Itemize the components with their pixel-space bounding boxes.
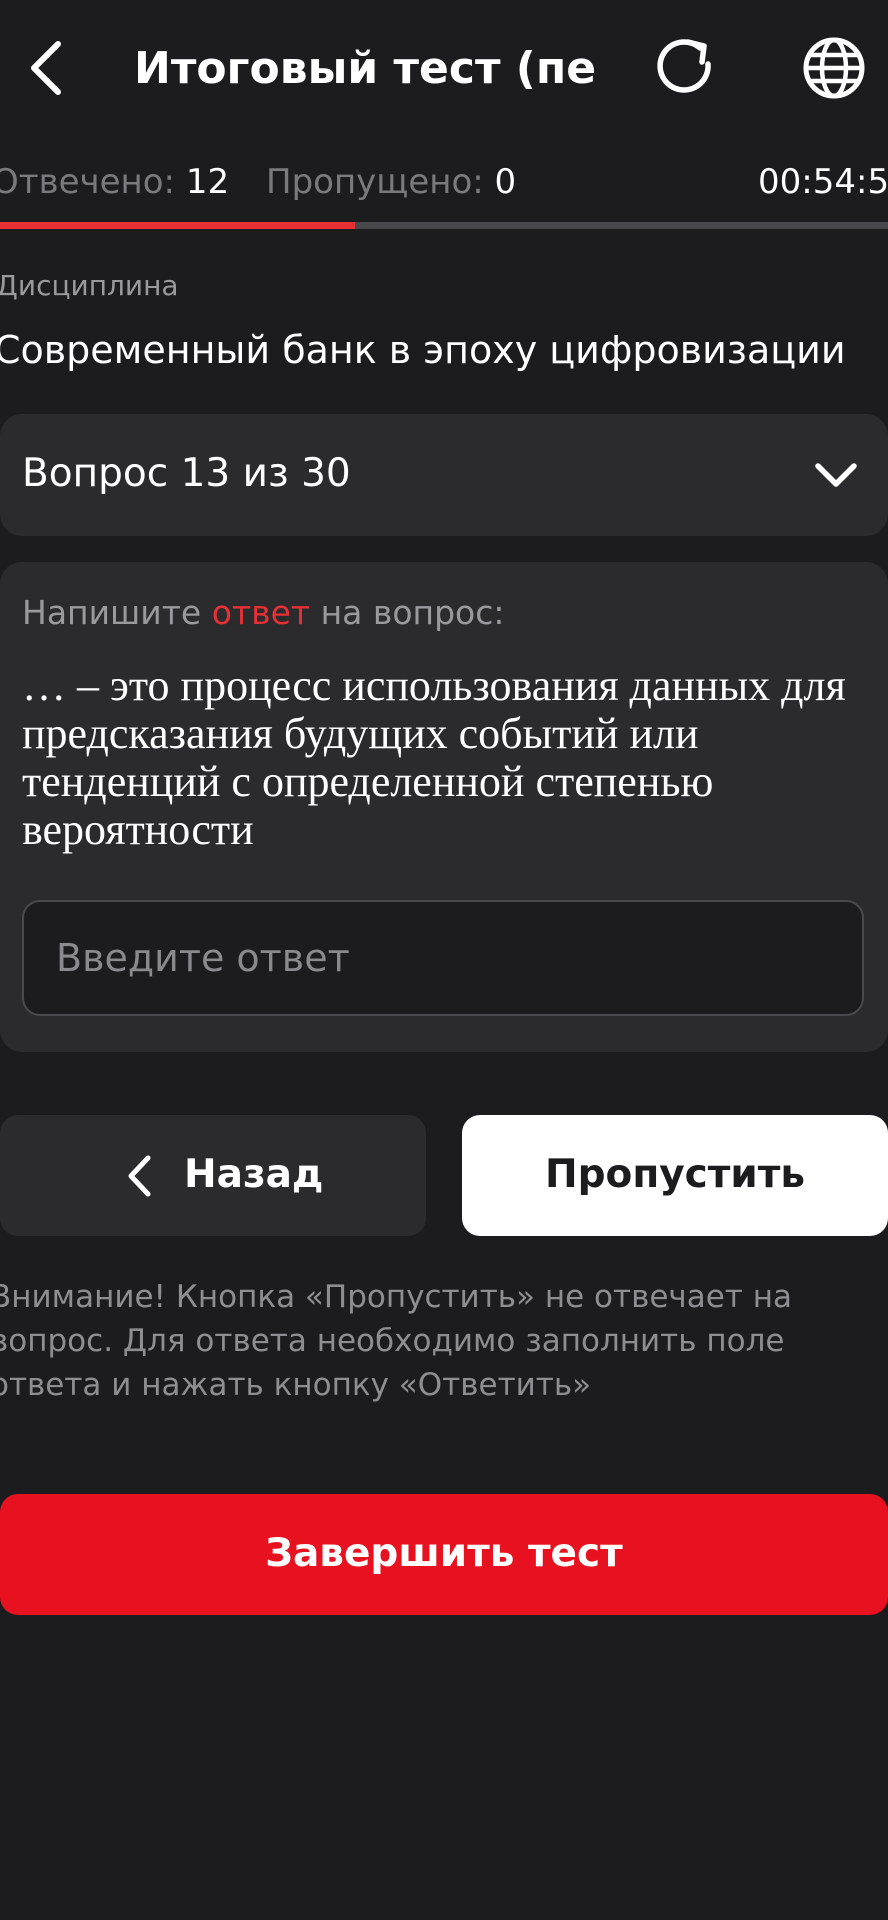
prompt-text-start: Напишите [22,593,212,632]
back-button[interactable]: Назад [0,1115,426,1236]
progress-status: Отвечено: 12 Пропущено: 0 00:54:51 [0,156,888,208]
finish-test-label: Завершить тест [265,1531,623,1576]
answered-label: Отвечено: [0,162,176,202]
back-icon[interactable] [24,36,72,100]
question-text: … – это процесс использования данных для… [22,661,846,854]
skip-button[interactable]: Пропустить [462,1115,888,1236]
progress-bar [0,222,888,229]
skip-button-label: Пропустить [544,1152,806,1197]
progress-bar-fill [0,222,356,229]
discipline-name: Современный банк в эпоху цифровизации [0,328,846,372]
chevron-down-icon [812,456,860,494]
discipline-label: Дисциплина [0,269,179,302]
prompt-text-end: на вопрос: [310,593,505,632]
globe-icon[interactable] [800,34,868,102]
question-number: Вопрос 13 из 30 [22,451,351,496]
skipped-counter: Пропущено: 0 [266,156,516,208]
prompt-accent: ответ [211,593,311,632]
chevron-left-icon [124,1153,154,1199]
refresh-icon[interactable] [652,34,720,102]
app-header: Итоговый тест (пе… [0,0,888,140]
page-title: Итоговый тест (пе… [134,43,594,94]
skipped-value: 0 [494,162,517,202]
answered-counter: Отвечено: 12 [0,156,229,208]
skipped-label: Пропущено: [266,162,484,202]
answer-input[interactable] [22,900,864,1016]
question-selector[interactable]: Вопрос 13 из 30 [0,414,888,536]
answered-value: 12 [185,162,230,202]
question-prompt: Напишите ответ на вопрос: [22,588,505,638]
back-button-label: Назад [184,1152,324,1197]
finish-test-button[interactable]: Завершить тест [0,1494,888,1615]
skip-warning: Внимание! Кнопка «Пропустить» не отвечае… [0,1279,792,1403]
timer: 00:54:51 [758,162,888,202]
question-card: Напишите ответ на вопрос: … – это процес… [0,562,888,1052]
